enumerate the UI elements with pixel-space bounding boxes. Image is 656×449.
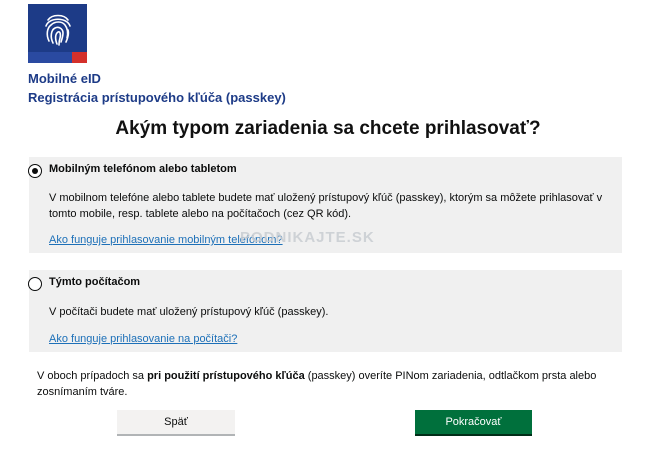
option-computer[interactable]: Týmto počítačom V počítači budete mať ul… [28, 270, 622, 352]
option-mobile-title: Mobilným telefónom alebo tabletom [49, 163, 237, 175]
page-title: Akým typom zariadenia sa chcete prihlaso… [115, 118, 541, 139]
computer-help-link[interactable]: Ako funguje prihlasovanie na počítači? [49, 333, 237, 345]
fingerprint-icon [45, 14, 71, 46]
radio-mobile[interactable] [28, 164, 42, 178]
option-mobile-description: V mobilnom telefóne alebo tablete budete… [49, 192, 603, 220]
page-subtitle: Registrácia prístupového kľúča (passkey) [28, 90, 286, 105]
option-computer-title: Týmto počítačom [49, 276, 141, 288]
note-text-start: V oboch prípadoch sa [37, 370, 148, 382]
app-name: Mobilné eID [28, 71, 101, 86]
radio-selected-dot [32, 168, 38, 174]
note-text-bold: pri použití prístupového kľúča [147, 370, 305, 382]
continue-button[interactable]: Pokračovať [415, 410, 532, 434]
verification-note: V oboch prípadoch sa pri použití prístup… [37, 368, 617, 400]
radio-computer[interactable] [28, 277, 42, 291]
watermark: PODNIKAJTE.SK [240, 229, 375, 246]
eid-logo [28, 4, 87, 63]
back-button[interactable]: Späť [117, 410, 235, 434]
option-computer-description: V počítači budete mať uložený prístupový… [49, 306, 329, 318]
